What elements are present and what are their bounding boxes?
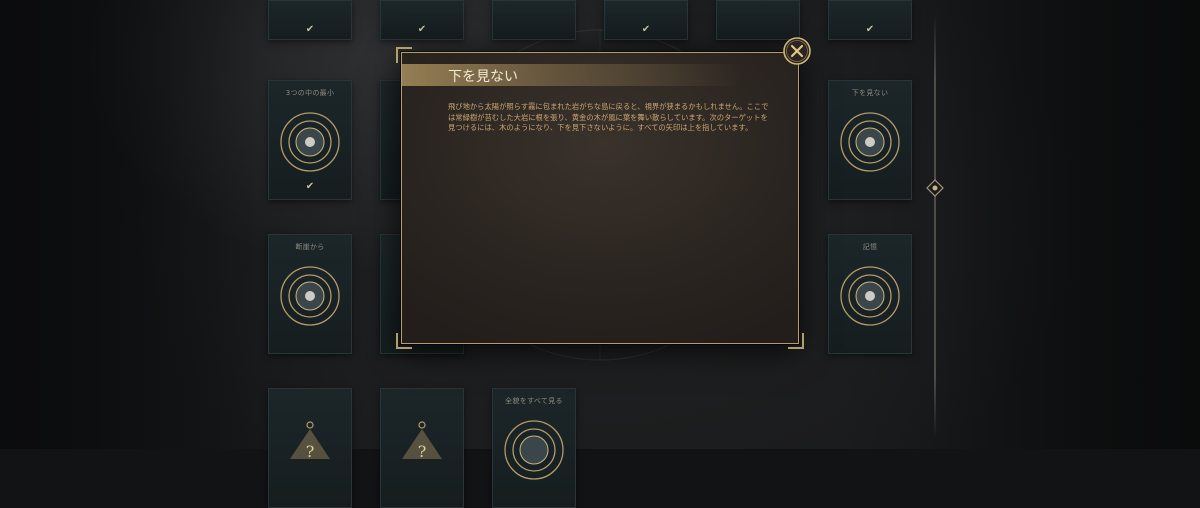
card-mystery-1[interactable]: ? [268,388,352,508]
frame-corner [396,47,412,63]
dialog-body-text: 飛び地から太陽が照らす霧に包まれた岩がちな島に戻ると、視界が狭まるかもしれません… [448,102,769,132]
concentric-target-icon [840,112,900,172]
card-title: 記憶 [862,243,878,251]
card-from-the-cliff[interactable]: 断崖から [268,234,352,354]
diamond-node-icon[interactable] [926,179,944,197]
completed-check-icon: ✔ [305,24,315,35]
card-title: 全貌をすべて見る [505,397,563,405]
card-see-everything[interactable]: 全貌をすべて見る [492,388,576,508]
completed-check-icon: ✔ [865,24,875,35]
card-title: 3つの中の最小 [285,89,335,97]
mystery-glyph: ? [306,442,315,461]
concentric-target-icon [280,112,340,172]
card-mystery-2[interactable]: ? [380,388,464,508]
card-top-1[interactable]: ✔ [268,0,352,40]
card-top-5[interactable] [716,0,800,40]
concentric-target-icon [280,266,340,326]
mystery-lock-icon: ? [402,421,442,461]
riddle-dialog: 下を見ない 飛び地から太陽が照らす霧に包まれた岩がちな島に戻ると、視界が狭まるか… [396,47,804,349]
left-vignette [0,0,260,449]
dialog-header-bar: 下を見ない [402,64,742,86]
card-smallest-of-three[interactable]: 3つの中の最小 ✔ [268,80,352,200]
frame-corner [396,333,412,349]
dialog-title: 下を見ない [448,69,518,85]
concentric-target-icon [504,420,564,480]
card-top-3[interactable] [492,0,576,40]
completed-check-icon: ✔ [305,181,315,192]
card-title: 断崖から [295,243,325,251]
right-vignette [930,0,1200,449]
card-dont-look-down[interactable]: 下を見ない [828,80,912,200]
card-top-2[interactable]: ✔ [380,0,464,40]
card-top-4[interactable]: ✔ [604,0,688,40]
frame-corner [788,333,804,349]
card-memory[interactable]: 記憶 [828,234,912,354]
close-x-icon[interactable] [783,37,811,65]
completed-check-icon: ✔ [641,24,651,35]
card-top-6[interactable]: ✔ [828,0,912,40]
mystery-lock-icon: ? [290,421,330,461]
mystery-glyph: ? [418,442,427,461]
completed-check-icon: ✔ [417,24,427,35]
concentric-target-icon [840,266,900,326]
card-title: 下を見ない [851,89,889,97]
progress-timeline[interactable] [934,14,936,439]
